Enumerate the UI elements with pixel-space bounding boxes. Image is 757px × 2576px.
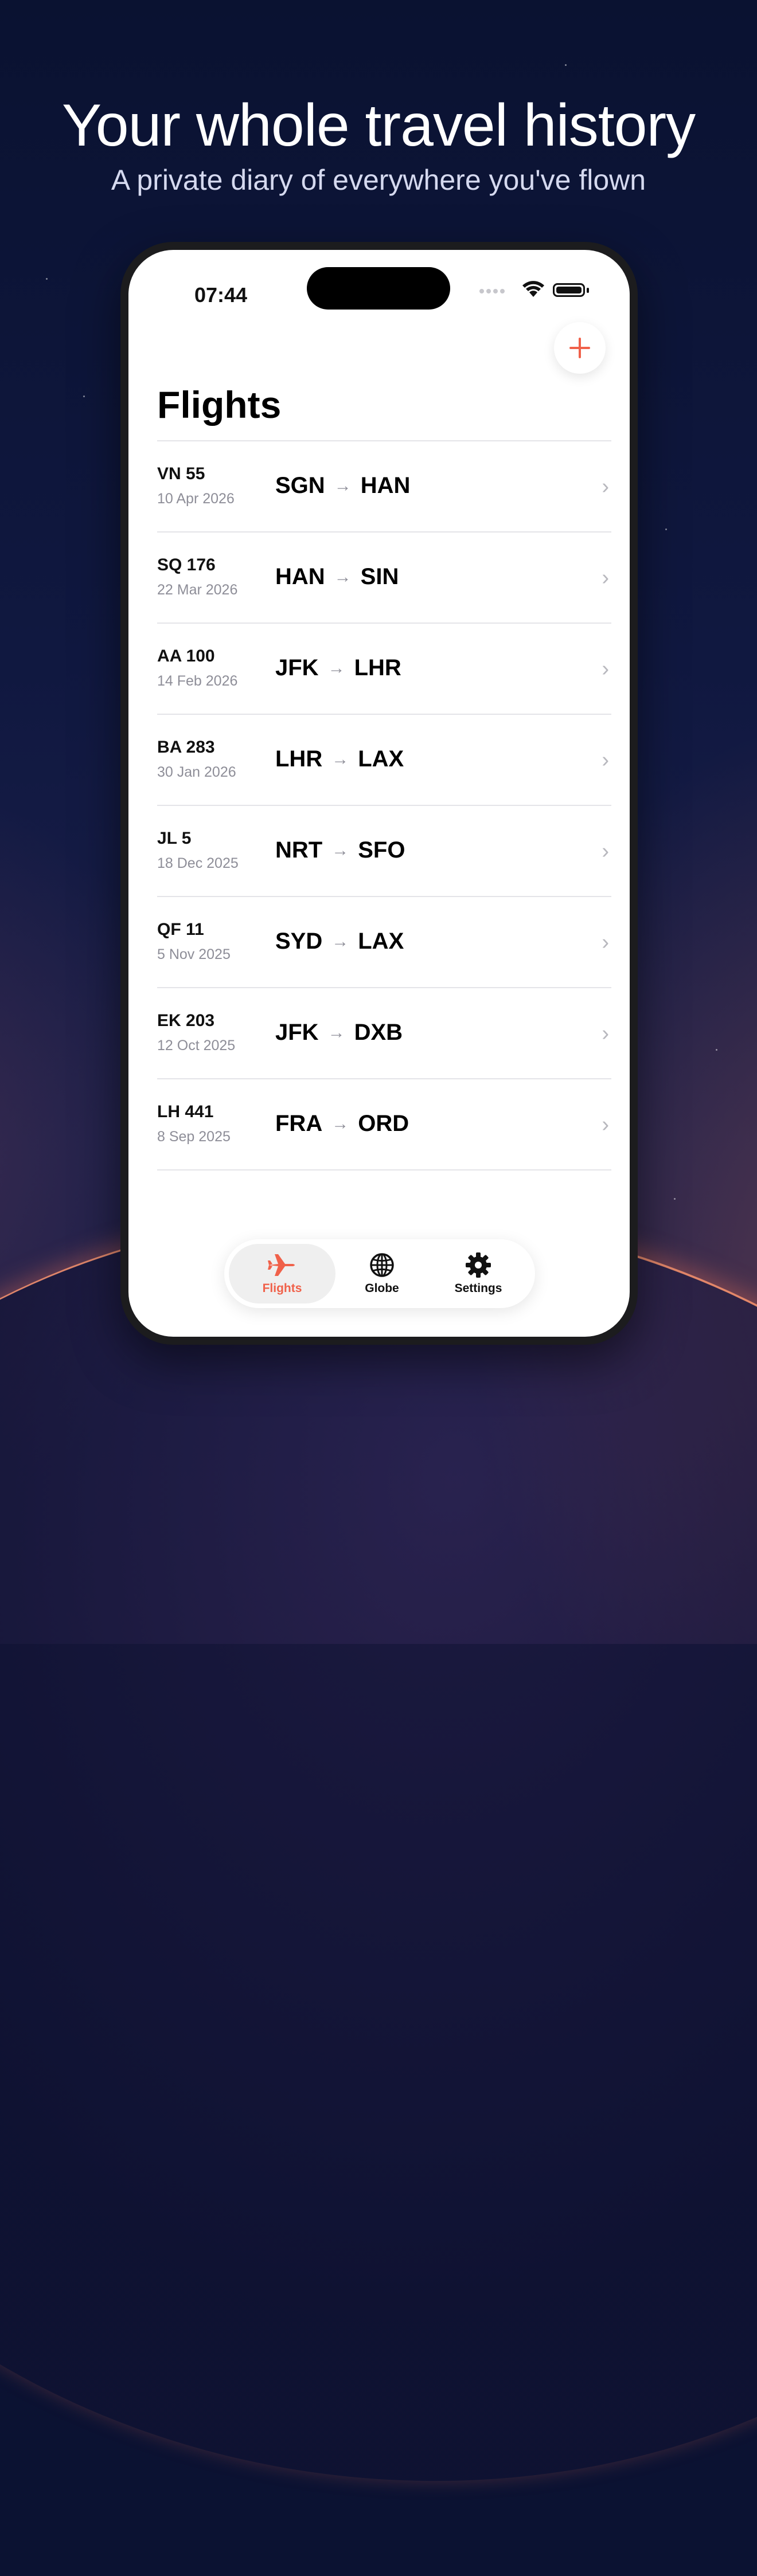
star bbox=[83, 396, 85, 397]
flight-number: LH 441 bbox=[157, 1102, 214, 1121]
destination-code: LAX bbox=[358, 746, 404, 772]
destination-code: ORD bbox=[358, 1111, 409, 1136]
destination-code: SFO bbox=[358, 837, 405, 863]
flight-number: AA 100 bbox=[157, 647, 215, 665]
arrow-right-icon: → bbox=[327, 658, 345, 678]
star bbox=[716, 1049, 717, 1051]
flight-number: SQ 176 bbox=[157, 555, 216, 574]
airplane-icon bbox=[268, 1254, 295, 1276]
flight-route: JFK → DXB bbox=[275, 1020, 403, 1046]
signal-dot bbox=[500, 289, 505, 293]
origin-code: SGN bbox=[275, 473, 325, 498]
origin-code: JFK bbox=[275, 1020, 319, 1045]
add-flight-button[interactable] bbox=[554, 322, 606, 374]
destination-code: HAN bbox=[360, 473, 411, 498]
tab-settings[interactable]: Settings bbox=[430, 1244, 527, 1303]
arrow-right-icon: → bbox=[331, 1114, 349, 1133]
gear-icon bbox=[466, 1252, 491, 1278]
battery-nub bbox=[587, 288, 589, 293]
destination-code: DXB bbox=[354, 1020, 403, 1045]
origin-code: JFK bbox=[275, 655, 319, 680]
flight-row[interactable]: SQ 176 22 Mar 2026 HAN → SIN › bbox=[157, 533, 611, 624]
flight-number: QF 11 bbox=[157, 920, 204, 939]
origin-code: NRT bbox=[275, 837, 323, 863]
origin-code: SYD bbox=[275, 929, 323, 954]
flight-date: 14 Feb 2026 bbox=[157, 673, 238, 689]
destination-code: SIN bbox=[360, 564, 399, 589]
arrow-right-icon: → bbox=[331, 749, 349, 769]
battery-icon bbox=[553, 283, 585, 297]
status-icons bbox=[479, 280, 606, 303]
chevron-right-icon: › bbox=[602, 748, 609, 772]
chevron-right-icon: › bbox=[602, 839, 609, 863]
wifi-icon bbox=[522, 281, 544, 297]
flight-row[interactable]: AA 100 14 Feb 2026 JFK → LHR › bbox=[157, 624, 611, 715]
flight-route: SYD → LAX bbox=[275, 929, 404, 954]
tab-flights[interactable]: Flights bbox=[229, 1244, 335, 1303]
battery-level bbox=[556, 287, 582, 293]
flight-row[interactable]: VN 55 10 Apr 2026 SGN → HAN › bbox=[157, 441, 611, 533]
signal-dot bbox=[493, 289, 498, 293]
page-title: Flights bbox=[157, 383, 282, 426]
app-screen: 07:44 Flights VN 55 10 Apr 2026 SGN → HA… bbox=[128, 250, 630, 1337]
flight-route: FRA → ORD bbox=[275, 1111, 409, 1137]
flight-row[interactable]: BA 283 30 Jan 2026 LHR → LAX › bbox=[157, 715, 611, 806]
flight-row[interactable]: EK 203 12 Oct 2025 JFK → DXB › bbox=[157, 988, 611, 1079]
tab-label: Settings bbox=[454, 1282, 502, 1295]
star bbox=[674, 1198, 676, 1200]
tab-label: Flights bbox=[262, 1282, 302, 1295]
flight-date: 10 Apr 2026 bbox=[157, 491, 235, 507]
arrow-right-icon: → bbox=[331, 931, 349, 951]
destination-code: LHR bbox=[354, 655, 401, 680]
flight-date: 18 Dec 2025 bbox=[157, 855, 239, 871]
origin-code: HAN bbox=[275, 564, 325, 589]
phone-frame: 07:44 Flights VN 55 10 Apr 2026 SGN → HA… bbox=[120, 242, 638, 1345]
destination-code: LAX bbox=[358, 929, 404, 954]
globe-icon bbox=[370, 1253, 394, 1277]
plus-icon bbox=[569, 338, 590, 358]
flight-list: VN 55 10 Apr 2026 SGN → HAN › SQ 176 22 … bbox=[157, 441, 611, 1170]
flight-route: NRT → SFO bbox=[275, 837, 405, 863]
flight-route: LHR → LAX bbox=[275, 746, 404, 772]
arrow-right-icon: → bbox=[334, 567, 352, 586]
tab-label: Globe bbox=[365, 1282, 399, 1295]
chevron-right-icon: › bbox=[602, 566, 609, 590]
tab-globe[interactable]: Globe bbox=[339, 1244, 425, 1303]
flight-row[interactable]: QF 11 5 Nov 2025 SYD → LAX › bbox=[157, 897, 611, 988]
marketing-headline: Your whole travel history bbox=[61, 92, 696, 159]
flight-date: 5 Nov 2025 bbox=[157, 946, 231, 962]
arrow-right-icon: → bbox=[334, 476, 352, 495]
flight-date: 22 Mar 2026 bbox=[157, 582, 238, 598]
flight-date: 8 Sep 2025 bbox=[157, 1129, 231, 1145]
flight-row[interactable]: JL 5 18 Dec 2025 NRT → SFO › bbox=[157, 806, 611, 897]
arrow-right-icon: → bbox=[327, 1023, 345, 1042]
chevron-right-icon: › bbox=[602, 657, 609, 681]
origin-code: LHR bbox=[275, 746, 323, 772]
flight-number: BA 283 bbox=[157, 738, 215, 757]
signal-dot bbox=[486, 289, 491, 293]
star bbox=[46, 278, 48, 280]
chevron-right-icon: › bbox=[602, 1021, 609, 1046]
dynamic-island bbox=[307, 267, 450, 310]
chevron-right-icon: › bbox=[602, 930, 609, 954]
origin-code: FRA bbox=[275, 1111, 323, 1136]
tab-bar: Flights Globe Settings bbox=[224, 1239, 535, 1308]
chevron-right-icon: › bbox=[602, 1113, 609, 1137]
flight-number: JL 5 bbox=[157, 829, 192, 848]
flight-route: JFK → LHR bbox=[275, 655, 401, 681]
signal-dot bbox=[479, 289, 484, 293]
flight-date: 12 Oct 2025 bbox=[157, 1038, 236, 1054]
flight-number: VN 55 bbox=[157, 464, 205, 483]
star bbox=[565, 64, 567, 66]
marketing-subheadline: A private diary of everywhere you've flo… bbox=[111, 164, 646, 196]
flight-route: SGN → HAN bbox=[275, 473, 410, 499]
star bbox=[665, 528, 667, 530]
flight-row[interactable]: LH 441 8 Sep 2025 FRA → ORD › bbox=[157, 1079, 611, 1170]
status-time: 07:44 bbox=[194, 283, 248, 307]
flight-route: HAN → SIN bbox=[275, 564, 399, 590]
arrow-right-icon: → bbox=[331, 840, 349, 860]
flight-date: 30 Jan 2026 bbox=[157, 764, 236, 780]
chevron-right-icon: › bbox=[602, 475, 609, 499]
flight-number: EK 203 bbox=[157, 1011, 215, 1030]
